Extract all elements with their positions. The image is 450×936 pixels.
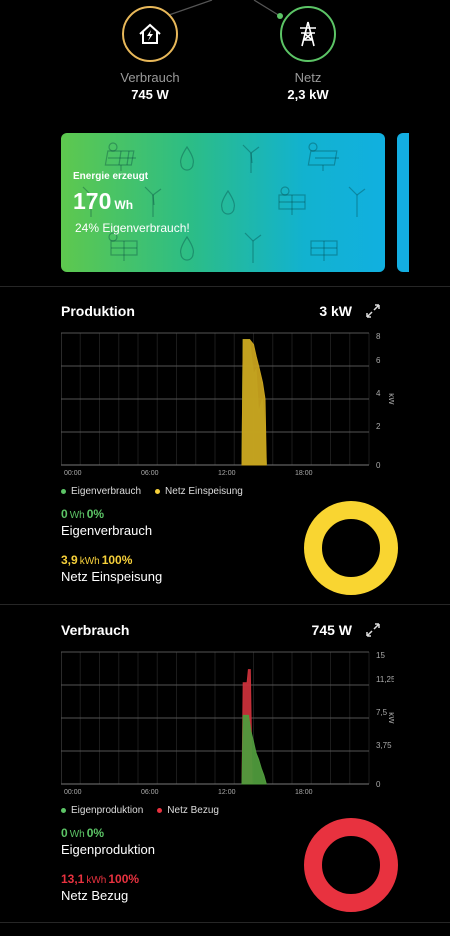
legend-dot xyxy=(157,807,163,813)
stat-unit: kWh xyxy=(86,875,107,886)
solar-panel-icon xyxy=(310,240,338,261)
consumption-stat1-label: Eigenproduktion xyxy=(61,842,155,857)
energy-produced-card[interactable]: Energie erzeugt 170 Wh 24% Eigenverbrauch… xyxy=(61,133,385,272)
y-tick-label: 4 xyxy=(376,389,381,398)
x-tick-label: 00:00 xyxy=(64,789,82,796)
production-chart[interactable]: 0 2 4 6 8 kW 00:00 06:00 12:00 18:00 xyxy=(61,328,394,478)
consumption-power: 745 W xyxy=(311,622,352,638)
legend-item[interactable]: Eigenproduktion xyxy=(61,805,143,816)
y-axis-label: kW xyxy=(387,712,394,724)
consumption-chart[interactable]: 0 3,75 7,5 11,25 15 kW 00:00 06:00 12:00 18:00 xyxy=(61,647,394,797)
legend-item[interactable]: Netz Einspeisung xyxy=(155,486,243,497)
consumption-label: Verbrauch xyxy=(120,70,180,85)
wind-turbine-icon xyxy=(144,186,162,217)
stat-percent: 0% xyxy=(86,507,105,521)
stat-percent: 100% xyxy=(101,553,133,567)
next-card-peek[interactable] xyxy=(397,133,409,272)
consumption-node[interactable] xyxy=(122,6,178,62)
energy-card-value: 170 Wh xyxy=(73,188,133,215)
expand-icon[interactable] xyxy=(364,302,382,320)
y-tick-label: 7,5 xyxy=(376,708,388,717)
y-tick-label: 15 xyxy=(376,651,385,660)
energy-card-subtitle: 24% Eigenverbrauch! xyxy=(75,221,190,235)
grid-node[interactable] xyxy=(280,6,336,62)
stat-number: 0 xyxy=(61,507,68,521)
x-tick-label: 18:00 xyxy=(295,789,313,796)
water-drop-icon xyxy=(180,145,194,171)
grid-value: 2,3 kW xyxy=(287,87,329,102)
consumption-legend: Eigenproduktion Netz Bezug xyxy=(61,805,219,816)
legend-item[interactable]: Netz Bezug xyxy=(157,805,219,816)
grid-label: Netz xyxy=(294,70,322,85)
consumption-value: 745 W xyxy=(131,87,169,102)
stat-number: 0 xyxy=(61,826,68,840)
x-tick-label: 06:00 xyxy=(141,789,159,796)
divider xyxy=(0,286,450,287)
x-tick-label: 12:00 xyxy=(218,470,236,477)
energy-card-title: Energie erzeugt xyxy=(73,171,149,182)
consumption-donut xyxy=(304,818,398,912)
legend-dot xyxy=(61,807,66,813)
x-tick-label: 06:00 xyxy=(141,470,159,477)
energy-card-number: 170 xyxy=(73,188,112,214)
expand-icon[interactable] xyxy=(364,621,382,639)
x-tick-label: 12:00 xyxy=(218,789,236,796)
stat-unit: kWh xyxy=(79,556,100,567)
consumption-stat2-label: Netz Bezug xyxy=(61,888,129,903)
y-tick-label: 11,25 xyxy=(376,675,394,684)
x-tick-label: 18:00 xyxy=(295,470,313,477)
donut-ring-segment xyxy=(304,501,398,595)
flow-lines xyxy=(165,0,283,19)
solar-panel-icon xyxy=(104,142,136,171)
production-stat1-label: Eigenverbrauch xyxy=(61,523,153,538)
production-legend: Eigenverbrauch Netz Einspeisung xyxy=(61,486,243,497)
stat-number: 13,1 xyxy=(61,872,85,886)
water-drop-icon xyxy=(221,189,235,215)
legend-label: Netz Einspeisung xyxy=(165,486,243,497)
y-axis-label: kW xyxy=(387,393,394,405)
power-pylon-icon xyxy=(300,21,316,47)
production-donut xyxy=(304,501,398,595)
consumption-stat1-value: 0 Wh 0% xyxy=(61,826,104,840)
series-area-netz-einspeisung xyxy=(241,339,267,466)
solar-panel-icon xyxy=(278,186,306,215)
y-tick-label: 8 xyxy=(376,332,381,341)
energy-card-unit: Wh xyxy=(114,198,134,212)
solar-panel-icon xyxy=(307,142,339,171)
consumption-title: Verbrauch xyxy=(61,622,130,638)
stat-number: 3,9 xyxy=(61,553,78,567)
consumption-stat2-value: 13,1 kWh 100% xyxy=(61,872,139,886)
legend-item[interactable]: Eigenverbrauch xyxy=(61,486,141,497)
legend-label: Eigenproduktion xyxy=(71,805,144,816)
solar-panel-icon xyxy=(108,232,138,261)
y-tick-label: 0 xyxy=(376,461,381,470)
y-tick-label: 6 xyxy=(376,356,381,365)
stat-unit: Wh xyxy=(69,829,85,840)
wind-turbine-icon xyxy=(242,144,260,173)
production-stat2-label: Netz Einspeisung xyxy=(61,569,163,584)
stat-unit: Wh xyxy=(69,510,85,521)
y-tick-label: 2 xyxy=(376,422,381,431)
divider xyxy=(0,922,450,923)
house-power-icon xyxy=(139,23,161,44)
production-power: 3 kW xyxy=(319,303,352,319)
water-drop-icon xyxy=(180,235,194,261)
divider xyxy=(0,604,450,605)
x-tick-label: 00:00 xyxy=(64,470,82,477)
y-tick-label: 0 xyxy=(376,780,381,789)
donut-ring-segment xyxy=(304,818,398,912)
legend-dot xyxy=(155,488,161,494)
production-stat1-value: 0 Wh 0% xyxy=(61,507,104,521)
production-title: Produktion xyxy=(61,303,135,319)
wind-turbine-icon xyxy=(244,232,262,263)
stat-percent: 100% xyxy=(108,872,140,886)
stat-percent: 0% xyxy=(86,826,105,840)
legend-label: Eigenverbrauch xyxy=(71,486,142,497)
y-tick-label: 3,75 xyxy=(376,741,392,750)
legend-dot xyxy=(61,488,66,494)
wind-turbine-icon xyxy=(348,186,366,217)
legend-label: Netz Bezug xyxy=(167,805,219,816)
production-stat2-value: 3,9 kWh 100% xyxy=(61,553,132,567)
series-area-eigenproduktion xyxy=(241,714,267,785)
